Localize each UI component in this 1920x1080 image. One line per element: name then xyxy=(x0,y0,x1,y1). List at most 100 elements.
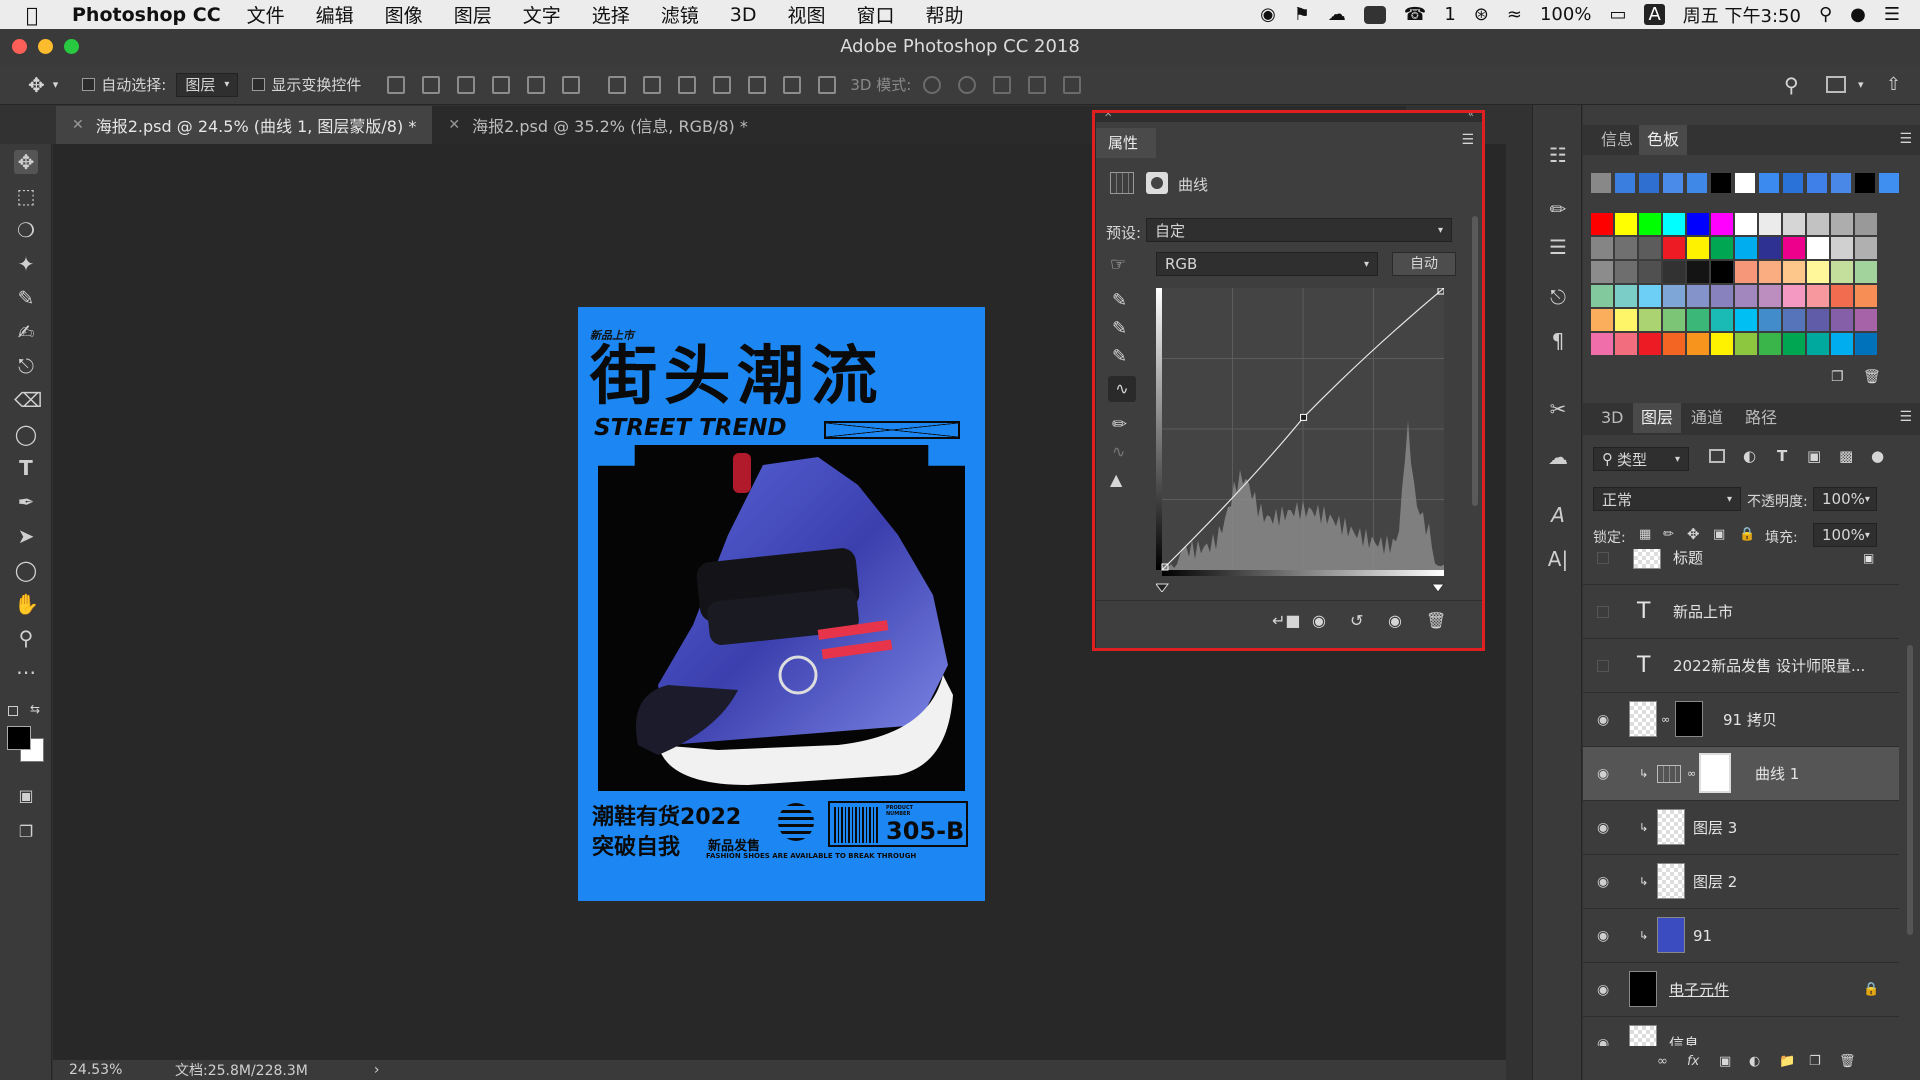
color-swatch[interactable] xyxy=(1687,237,1709,259)
menu-select[interactable]: 选择 xyxy=(592,1,630,28)
move-tool-icon[interactable]: ✥ xyxy=(14,150,38,174)
smooth-curve-icon[interactable]: ∿ xyxy=(1112,442,1125,461)
swap-colors-icon[interactable]: ⇆ xyxy=(30,702,40,716)
black-input-slider[interactable] xyxy=(1156,583,1169,592)
battery-icon[interactable]: ▭ xyxy=(1609,4,1626,25)
bluetooth-icon[interactable]: ⊛ xyxy=(1474,4,1489,25)
eye-icon[interactable]: ◉ xyxy=(1597,982,1615,998)
auto-align-icon[interactable] xyxy=(818,75,837,94)
color-swatch[interactable] xyxy=(1639,333,1661,355)
default-colors-icon[interactable] xyxy=(8,706,18,716)
status-chevron-icon[interactable]: › xyxy=(374,1062,380,1078)
link-layers-icon[interactable]: ∞ xyxy=(1657,1054,1668,1069)
menu-layer[interactable]: 图层 xyxy=(454,1,492,28)
tools-presets-icon[interactable]: ✂ xyxy=(1546,397,1570,421)
workspace-icon[interactable] xyxy=(1826,76,1846,93)
roll-3d-icon[interactable] xyxy=(958,75,977,94)
brush-settings-icon[interactable]: ✏ xyxy=(1546,197,1570,221)
color-swatch[interactable] xyxy=(1663,261,1685,283)
color-swatch[interactable] xyxy=(1807,333,1829,355)
color-swatch[interactable] xyxy=(1735,285,1757,307)
color-swatch[interactable] xyxy=(1615,285,1637,307)
preset-dropdown[interactable]: 自定 ▾ xyxy=(1146,218,1452,242)
channel-dropdown[interactable]: RGB ▾ xyxy=(1156,252,1378,276)
distribute-bottom-icon[interactable] xyxy=(678,75,697,94)
orbit-3d-icon[interactable] xyxy=(923,75,942,94)
minimize-window-button[interactable] xyxy=(38,39,53,54)
color-swatch[interactable] xyxy=(1855,213,1877,235)
align-left-icon[interactable] xyxy=(492,75,511,94)
curves-adjustment-icon[interactable] xyxy=(1110,172,1134,194)
menu-3d[interactable]: 3D xyxy=(730,4,757,26)
add-mask-icon[interactable]: ▣ xyxy=(1719,1054,1731,1069)
recent-swatch[interactable] xyxy=(1855,173,1875,193)
layer-row-layer3[interactable]: ◉ ↳ 图层 3 xyxy=(1583,801,1899,855)
color-swatch[interactable] xyxy=(1687,213,1709,235)
color-swatch[interactable] xyxy=(1783,333,1805,355)
close-panel-icon[interactable]: ✕ xyxy=(1104,109,1112,120)
reset-icon[interactable]: ↺ xyxy=(1350,611,1363,630)
color-swatch[interactable] xyxy=(1687,261,1709,283)
eye-icon[interactable]: ◉ xyxy=(1597,928,1615,944)
white-input-slider[interactable] xyxy=(1431,583,1444,592)
lasso-tool-icon[interactable]: ❍ xyxy=(14,218,38,242)
menu-file[interactable]: 文件 xyxy=(247,1,285,28)
fx-icon[interactable]: fx xyxy=(1687,1054,1699,1069)
filter-shape-icon[interactable]: ▣ xyxy=(1807,447,1821,465)
eye-icon[interactable]: ◉ xyxy=(1597,1036,1615,1047)
color-swatch[interactable] xyxy=(1759,333,1781,355)
screen-mode-icon[interactable]: ❐ xyxy=(14,820,38,844)
align-top-icon[interactable] xyxy=(387,75,406,94)
mask-icon[interactable] xyxy=(1146,172,1168,194)
doc-size[interactable]: 文档:25.8M/228.3M xyxy=(175,1060,308,1080)
search-icon[interactable]: ⚲ xyxy=(1784,73,1799,97)
curve-point-tool-icon[interactable]: ∿ xyxy=(1108,376,1136,402)
recent-swatch[interactable] xyxy=(1687,173,1707,193)
layer-row-title[interactable]: 标题 ▣ xyxy=(1583,549,1899,585)
color-swatch[interactable] xyxy=(1807,261,1829,283)
fill-input[interactable]: 100% ▾ xyxy=(1813,523,1877,547)
menu-edit[interactable]: 编辑 xyxy=(316,1,354,28)
character-icon[interactable]: A| xyxy=(1546,547,1570,571)
color-swatch[interactable] xyxy=(1615,333,1637,355)
recent-swatch[interactable] xyxy=(1735,173,1755,193)
eraser-tool-icon[interactable]: ⌫ xyxy=(14,388,42,412)
close-window-button[interactable] xyxy=(12,39,27,54)
auto-button[interactable]: 自动 xyxy=(1392,252,1456,276)
color-swatch[interactable] xyxy=(1639,213,1661,235)
new-adjustment-icon[interactable]: ◐ xyxy=(1749,1054,1760,1069)
color-swatch[interactable] xyxy=(1855,333,1877,355)
layer-row-new-arrival[interactable]: T 新品上市 xyxy=(1583,585,1899,639)
lock-all-icon[interactable]: 🔒 xyxy=(1739,527,1755,542)
clip-to-layer-icon[interactable]: ↵■ xyxy=(1272,611,1301,630)
align-hcenter-icon[interactable] xyxy=(527,75,546,94)
menu-view[interactable]: 视图 xyxy=(787,1,825,28)
color-swatch[interactable] xyxy=(1711,309,1733,331)
color-swatch[interactable] xyxy=(1807,285,1829,307)
new-layer-icon[interactable]: ❐ xyxy=(1809,1054,1821,1069)
notification-center-icon[interactable]: ☰ xyxy=(1884,4,1900,25)
color-swatch[interactable] xyxy=(1831,285,1853,307)
zoom-level[interactable]: 24.53% xyxy=(69,1062,149,1078)
layers-scrollbar[interactable] xyxy=(1907,645,1913,935)
menu-image[interactable]: 图像 xyxy=(385,1,423,28)
align-bottom-icon[interactable] xyxy=(457,75,476,94)
tab-info[interactable]: 信息 xyxy=(1593,125,1641,155)
color-swatch[interactable] xyxy=(1711,285,1733,307)
recent-swatch[interactable] xyxy=(1807,173,1827,193)
layer-row-91-copy[interactable]: ◉ ∞ 91 拷贝 xyxy=(1583,693,1899,747)
path-select-tool-icon[interactable]: ➤ xyxy=(14,524,38,548)
zoom-window-button[interactable] xyxy=(64,39,79,54)
creative-cloud-icon[interactable]: ◉ xyxy=(1260,4,1276,25)
flag-icon[interactable]: ⚑ xyxy=(1294,4,1310,25)
siri-icon[interactable]: ● xyxy=(1850,4,1866,25)
blend-mode-dropdown[interactable]: 正常 ▾ xyxy=(1593,487,1741,511)
show-transform-checkbox[interactable] xyxy=(252,78,266,91)
color-swatch[interactable] xyxy=(1687,309,1709,331)
color-swatch[interactable] xyxy=(1759,309,1781,331)
clock[interactable]: 周五 下午3:50 xyxy=(1683,2,1801,28)
align-right-icon[interactable] xyxy=(562,75,581,94)
menu-window[interactable]: 窗口 xyxy=(856,1,894,28)
adjustments-icon[interactable]: ☰ xyxy=(1546,235,1570,259)
libraries-icon[interactable]: ☁ xyxy=(1546,445,1570,469)
